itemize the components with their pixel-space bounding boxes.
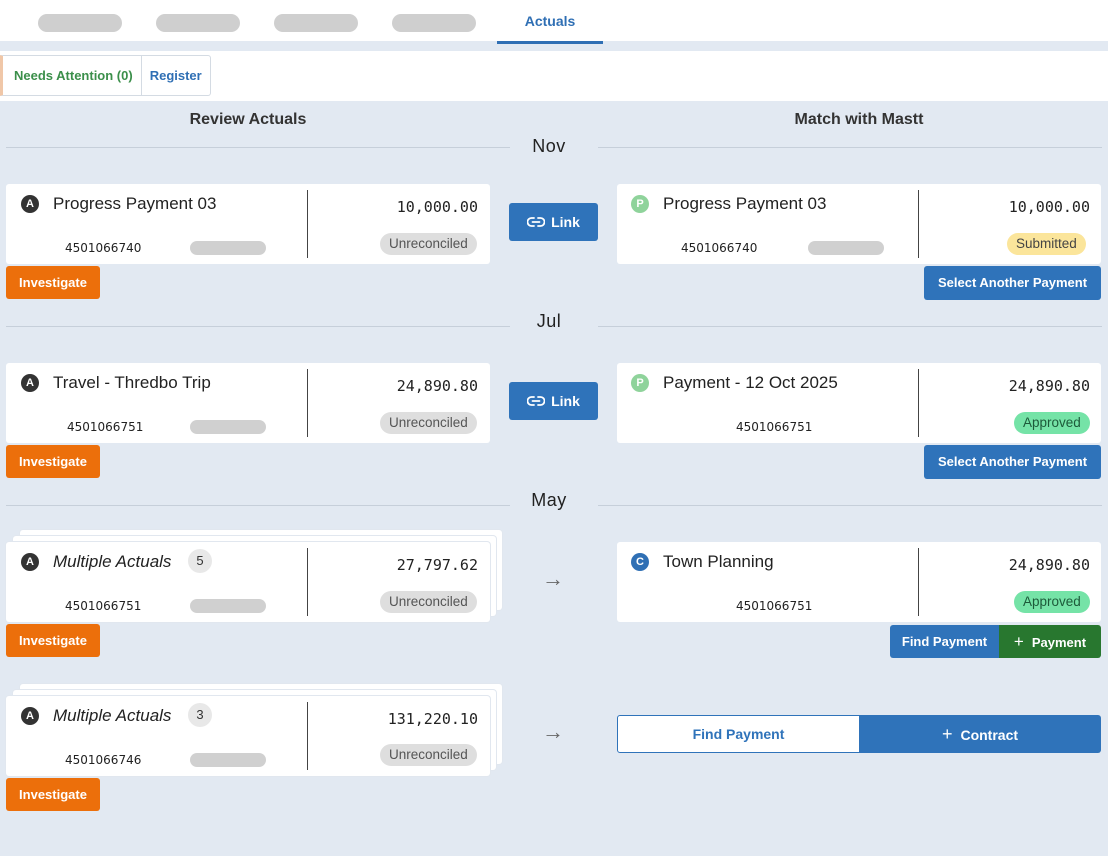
tab-placeholder-1[interactable] bbox=[38, 14, 122, 32]
status-badge: Approved bbox=[1014, 412, 1090, 434]
month-divider-line bbox=[598, 505, 1102, 506]
month-label-may: May bbox=[531, 490, 567, 510]
actual-card[interactable]: A Travel - Thredbo Trip 4501066751 24,89… bbox=[6, 363, 490, 443]
month-divider-line bbox=[6, 147, 510, 148]
add-contract-button[interactable]: + Contract bbox=[859, 715, 1101, 753]
add-payment-label: Payment bbox=[1031, 635, 1087, 650]
investigate-button[interactable]: Investigate bbox=[6, 624, 100, 657]
actual-card[interactable]: A Multiple Actuals 3 4501066746 131,220.… bbox=[6, 696, 490, 776]
review-actuals-heading: Review Actuals bbox=[189, 111, 307, 128]
card-divider bbox=[918, 190, 919, 258]
status-badge: Unreconciled bbox=[380, 233, 477, 255]
link-icon bbox=[527, 217, 546, 227]
arrow-right-icon: → bbox=[542, 719, 564, 744]
actual-amount: 27,797.62 bbox=[396, 556, 478, 574]
match-amount: 10,000.00 bbox=[1008, 198, 1090, 216]
actual-title: Multiple Actuals bbox=[53, 706, 172, 725]
tab-actuals[interactable]: Actuals bbox=[497, 0, 603, 44]
status-badge: Unreconciled bbox=[380, 591, 477, 613]
register-filter[interactable]: Register bbox=[142, 56, 210, 95]
link-label: Link bbox=[551, 393, 580, 409]
actual-reference: 4501066740 bbox=[65, 241, 142, 255]
card-divider bbox=[307, 369, 308, 437]
link-button[interactable]: Link bbox=[509, 382, 598, 420]
month-label-nov: Nov bbox=[532, 136, 566, 156]
actual-amount: 131,220.10 bbox=[387, 710, 478, 728]
match-title: Progress Payment 03 bbox=[663, 194, 827, 213]
match-amount: 24,890.80 bbox=[1008, 377, 1090, 395]
match-card[interactable]: P Payment - 12 Oct 2025 4501066751 24,89… bbox=[617, 363, 1101, 443]
card-divider bbox=[918, 548, 919, 616]
match-avatar: C bbox=[631, 553, 649, 571]
placeholder-bar bbox=[190, 753, 266, 767]
link-button[interactable]: Link bbox=[509, 203, 598, 241]
plus-icon: + bbox=[941, 724, 953, 744]
actual-title: Progress Payment 03 bbox=[53, 194, 217, 213]
card-divider bbox=[307, 548, 308, 616]
match-with-mastt-heading: Match with Mastt bbox=[794, 111, 924, 128]
actual-amount: 10,000.00 bbox=[396, 198, 478, 216]
actual-card[interactable]: A Multiple Actuals 5 4501066751 27,797.6… bbox=[6, 542, 490, 622]
match-card[interactable]: C Town Planning 4501066751 24,890.80 App… bbox=[617, 542, 1101, 622]
select-another-payment-button[interactable]: Select Another Payment bbox=[924, 266, 1101, 300]
card-divider bbox=[307, 190, 308, 258]
plus-icon: + bbox=[1013, 632, 1024, 651]
placeholder-bar bbox=[190, 241, 266, 255]
month-label-jul: Jul bbox=[536, 311, 562, 331]
actual-count-badge: 5 bbox=[188, 549, 212, 573]
actual-avatar: A bbox=[21, 195, 39, 213]
placeholder-bar bbox=[808, 241, 884, 255]
status-badge: Approved bbox=[1014, 591, 1090, 613]
month-divider-line bbox=[598, 147, 1102, 148]
actual-amount: 24,890.80 bbox=[396, 377, 478, 395]
actual-reference: 4501066751 bbox=[67, 420, 144, 434]
match-avatar: P bbox=[631, 195, 649, 213]
month-divider-line bbox=[6, 326, 510, 327]
arrow-right-icon: → bbox=[542, 566, 564, 591]
actual-card[interactable]: A Progress Payment 03 4501066740 10,000.… bbox=[6, 184, 490, 264]
link-label: Link bbox=[551, 214, 580, 230]
card-divider bbox=[307, 702, 308, 770]
actual-avatar: A bbox=[21, 707, 39, 725]
filter-group: Needs Attention (0) Register bbox=[0, 55, 211, 96]
match-title: Town Planning bbox=[663, 552, 774, 571]
placeholder-bar bbox=[190, 599, 266, 613]
placeholder-bar bbox=[190, 420, 266, 434]
match-reference: 4501066751 bbox=[736, 420, 813, 434]
find-payment-button[interactable]: Find Payment bbox=[890, 625, 999, 658]
match-avatar: P bbox=[631, 374, 649, 392]
add-contract-label: Contract bbox=[960, 727, 1019, 743]
status-badge: Submitted bbox=[1007, 233, 1086, 255]
status-badge: Unreconciled bbox=[380, 412, 477, 434]
select-another-payment-button[interactable]: Select Another Payment bbox=[924, 445, 1101, 479]
needs-attention-filter[interactable]: Needs Attention (0) bbox=[3, 56, 142, 95]
investigate-button[interactable]: Investigate bbox=[6, 445, 100, 478]
add-payment-button[interactable]: + Payment bbox=[999, 625, 1101, 658]
match-amount: 24,890.80 bbox=[1008, 556, 1090, 574]
match-reference: 4501066740 bbox=[681, 241, 758, 255]
card-divider bbox=[918, 369, 919, 437]
actual-avatar: A bbox=[21, 374, 39, 392]
month-divider-line bbox=[6, 505, 510, 506]
match-title: Payment - 12 Oct 2025 bbox=[663, 373, 838, 392]
month-divider-line bbox=[598, 326, 1102, 327]
tab-placeholder-4[interactable] bbox=[392, 14, 476, 32]
actual-reference: 4501066746 bbox=[65, 753, 142, 767]
match-reference: 4501066751 bbox=[736, 599, 813, 613]
find-payment-button[interactable]: Find Payment bbox=[617, 715, 860, 753]
actual-avatar: A bbox=[21, 553, 39, 571]
match-card[interactable]: P Progress Payment 03 4501066740 10,000.… bbox=[617, 184, 1101, 264]
actual-title: Travel - Thredbo Trip bbox=[53, 373, 211, 392]
actual-reference: 4501066751 bbox=[65, 599, 142, 613]
tab-placeholder-2[interactable] bbox=[156, 14, 240, 32]
tab-placeholder-3[interactable] bbox=[274, 14, 358, 32]
actual-title: Multiple Actuals bbox=[53, 552, 172, 571]
investigate-button[interactable]: Investigate bbox=[6, 266, 100, 299]
link-icon bbox=[527, 396, 546, 406]
status-badge: Unreconciled bbox=[380, 744, 477, 766]
investigate-button[interactable]: Investigate bbox=[6, 778, 100, 811]
actual-count-badge: 3 bbox=[188, 703, 212, 727]
